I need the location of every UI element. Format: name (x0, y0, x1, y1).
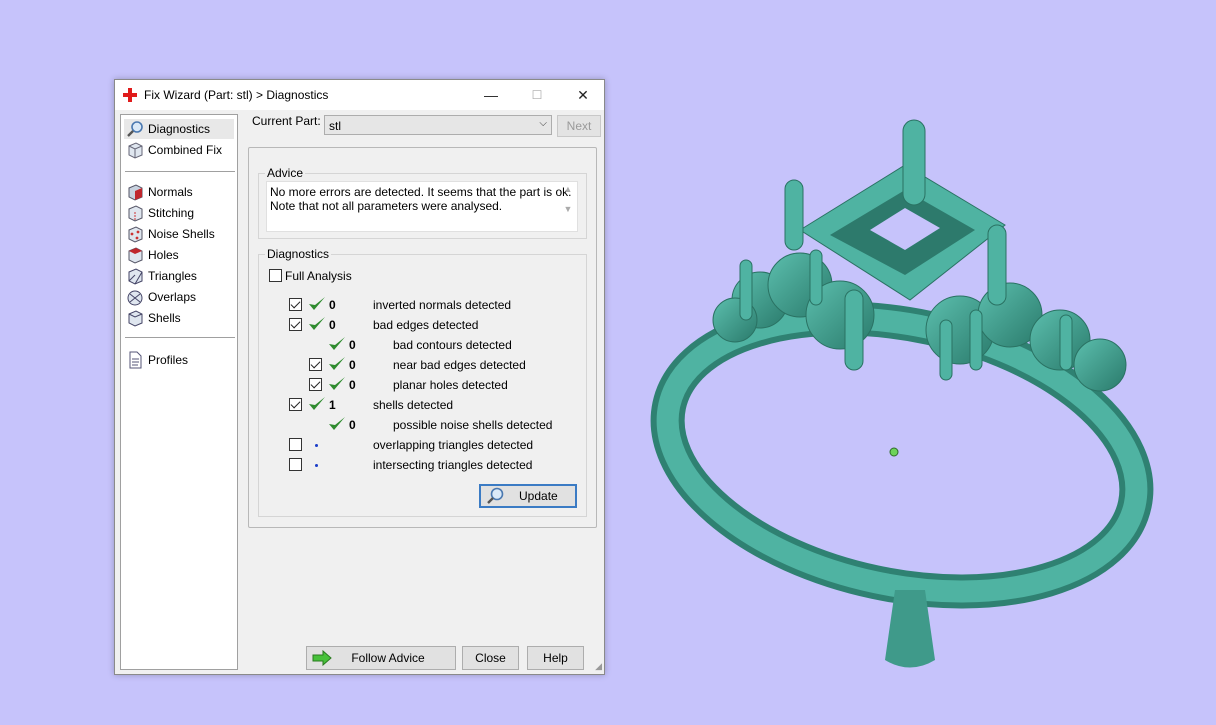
noise-shells-icon (128, 226, 143, 243)
viewport-3d[interactable] (610, 0, 1216, 725)
sidebar-item-stitching[interactable]: Stitching (124, 203, 234, 223)
sidebar-divider (125, 171, 235, 172)
red-cross-icon (123, 88, 137, 102)
sidebar-item-label: Profiles (148, 353, 189, 367)
magnifier-icon (487, 487, 504, 504)
sidebar-divider (125, 337, 235, 338)
sidebar-item-label: Holes (148, 248, 179, 262)
title-bar[interactable]: Fix Wizard (Part: stl) > Diagnostics — ☐… (115, 80, 604, 110)
diagnostic-text: overlapping triangles detected (373, 438, 534, 452)
resize-grip-icon[interactable]: ◢ (595, 661, 602, 672)
cube-icon (128, 142, 143, 159)
diagnostic-count: 0 (349, 338, 356, 352)
sidebar-item-shells[interactable]: Shells (124, 308, 234, 328)
triangles-cube-icon (128, 268, 143, 285)
current-part-label: Current Part: (252, 114, 321, 128)
sidebar-item-combined-fix[interactable]: Combined Fix (124, 140, 234, 160)
diagnostic-text: planar holes detected (393, 378, 508, 392)
main-panel: Advice No more errors are detected. It s… (248, 147, 597, 528)
magnifier-icon (127, 121, 143, 137)
full-analysis-checkbox[interactable] (269, 269, 282, 282)
minimize-button[interactable]: — (468, 80, 514, 110)
shells-icon (128, 310, 143, 327)
sidebar-item-label: Triangles (148, 269, 197, 283)
overlaps-icon (127, 290, 143, 306)
inverted-normals-checkbox[interactable] (289, 298, 302, 311)
close-window-button[interactable]: ✕ (560, 80, 606, 110)
status-dot-icon (315, 464, 318, 467)
checkmark-icon (329, 417, 345, 430)
diagnostic-text: inverted normals detected (373, 298, 512, 312)
current-part-value: stl (329, 119, 341, 133)
next-button[interactable]: Next (557, 115, 601, 137)
diagnostic-count: 0 (349, 358, 356, 372)
bad-edges-checkbox[interactable] (289, 318, 302, 331)
sidebar-item-label: Diagnostics (148, 122, 211, 136)
sidebar-item-holes[interactable]: Holes (124, 245, 234, 265)
full-analysis-label: Full Analysis (285, 269, 352, 283)
sidebar-item-label: Combined Fix (148, 143, 223, 157)
sidebar-item-label: Overlaps (148, 290, 197, 304)
checkmark-icon (309, 297, 325, 310)
close-button[interactable]: Close (462, 646, 519, 670)
diagnostic-text: near bad edges detected (393, 358, 526, 372)
diagnostic-count: 0 (329, 298, 336, 312)
diagnostic-text: bad edges detected (373, 318, 479, 332)
fix-wizard-window: Fix Wizard (Part: stl) > Diagnostics — ☐… (114, 79, 605, 675)
normals-cube-icon (128, 184, 143, 201)
ring-model (650, 119, 1154, 668)
diagnostic-count: 0 (349, 378, 356, 392)
checkmark-icon (309, 317, 325, 330)
diagnostic-count: 0 (329, 318, 336, 332)
maximize-button[interactable]: ☐ (514, 80, 560, 110)
sidebar-item-label: Shells (148, 311, 181, 325)
chevron-down-icon: ⌵ (539, 118, 547, 129)
update-label: Update (519, 489, 558, 503)
current-part-dropdown[interactable]: stl ⌵ (324, 115, 552, 135)
checkmark-icon (329, 377, 345, 390)
advice-title: Advice (265, 166, 306, 180)
sidebar-item-triangles[interactable]: Triangles (124, 266, 234, 286)
sidebar: Diagnostics Combined Fix Normals Stitchi… (120, 114, 238, 670)
sidebar-item-overlaps[interactable]: Overlaps (124, 287, 234, 307)
sidebar-item-label: Noise Shells (148, 227, 215, 241)
sidebar-item-noise-shells[interactable]: Noise Shells (124, 224, 234, 244)
overlapping-triangles-checkbox[interactable] (289, 438, 302, 451)
holes-cube-icon (128, 247, 143, 264)
near-bad-edges-checkbox[interactable] (309, 358, 322, 371)
diagnostic-text: bad contours detected (393, 338, 512, 352)
help-button[interactable]: Help (527, 646, 584, 670)
diagnostic-count: 1 (329, 398, 336, 412)
intersecting-triangles-checkbox[interactable] (289, 458, 302, 471)
sidebar-item-normals[interactable]: Normals (124, 182, 234, 202)
checkmark-icon (329, 357, 345, 370)
advice-textbox[interactable]: No more errors are detected. It seems th… (266, 181, 578, 232)
planar-holes-checkbox[interactable] (309, 378, 322, 391)
update-button[interactable]: Update (479, 484, 577, 508)
sidebar-item-label: Normals (148, 185, 193, 199)
checkmark-icon (329, 337, 345, 350)
follow-advice-label: Follow Advice (351, 651, 425, 665)
advice-scrollbar[interactable]: ▲ ▼ (561, 184, 575, 230)
status-dot-icon (315, 444, 318, 447)
diagnostic-text: possible noise shells detected (393, 418, 553, 432)
profiles-document-icon (129, 351, 142, 369)
diagnostic-text: intersecting triangles detected (373, 458, 533, 472)
diagnostic-text: shells detected (373, 398, 454, 412)
window-title: Fix Wizard (Part: stl) > Diagnostics (144, 88, 329, 102)
diagnostic-count: 0 (349, 418, 356, 432)
follow-advice-button[interactable]: Follow Advice (306, 646, 456, 670)
checkmark-icon (309, 397, 325, 410)
advice-line: No more errors are detected. It seems th… (270, 185, 572, 199)
sidebar-item-profiles[interactable]: Profiles (124, 350, 234, 370)
advice-group: Advice No more errors are detected. It s… (258, 166, 587, 239)
diagnostics-group: Diagnostics Full Analysis 0 inverted nor… (258, 247, 587, 517)
sidebar-item-diagnostics[interactable]: Diagnostics (124, 119, 234, 139)
advice-line: Note that not all parameters were analys… (270, 199, 503, 213)
stitching-cube-icon (128, 205, 143, 222)
diagnostics-title: Diagnostics (265, 247, 332, 261)
green-arrow-icon (312, 650, 332, 666)
shells-checkbox[interactable] (289, 398, 302, 411)
sidebar-item-label: Stitching (148, 206, 195, 220)
